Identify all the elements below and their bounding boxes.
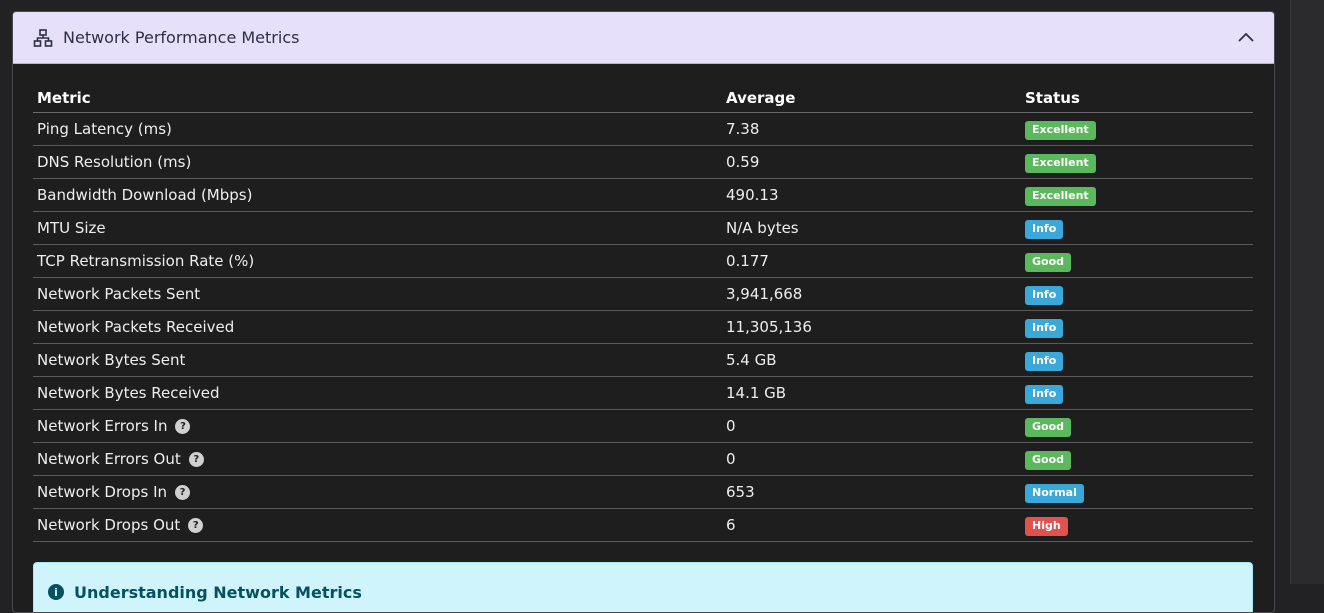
- average-value: 0.177: [722, 244, 1021, 278]
- metric-label: TCP Retransmission Rate (%): [37, 252, 255, 270]
- column-header-average: Average: [722, 84, 1021, 113]
- status-badge: Good: [1025, 450, 1072, 470]
- metric-cell: Network Packets Sent: [33, 277, 722, 311]
- metric-label: Network Bytes Received: [37, 384, 220, 402]
- info-circle-icon: i: [48, 584, 64, 600]
- status-badge: Excellent: [1025, 153, 1096, 173]
- metric-cell: Network Drops In?: [33, 475, 722, 509]
- status-cell: High: [1021, 508, 1253, 542]
- metric-label: Bandwidth Download (Mbps): [37, 186, 253, 204]
- average-value: 7.38: [722, 112, 1021, 146]
- average-value: 3,941,668: [722, 277, 1021, 311]
- metric-label: Network Bytes Sent: [37, 351, 186, 369]
- status-cell: Normal: [1021, 475, 1253, 509]
- status-badge: Excellent: [1025, 120, 1096, 140]
- table-header-row: Metric Average Status: [33, 84, 1253, 113]
- average-value: 0: [722, 442, 1021, 476]
- average-value: 11,305,136: [722, 310, 1021, 344]
- metrics-table: Metric Average Status Ping Latency (ms) 7…: [33, 84, 1253, 542]
- metric-cell: TCP Retransmission Rate (%): [33, 244, 722, 278]
- metric-cell: DNS Resolution (ms): [33, 145, 722, 179]
- table-row: Bandwidth Download (Mbps) 490.13 Excellent: [33, 178, 1253, 212]
- status-cell: Info: [1021, 310, 1253, 344]
- metric-label: Network Packets Received: [37, 318, 235, 336]
- table-row: Network Packets Sent 3,941,668 Info: [33, 277, 1253, 311]
- table-row: Ping Latency (ms) 7.38 Excellent: [33, 112, 1253, 146]
- average-value: 653: [722, 475, 1021, 509]
- question-circle-icon[interactable]: ?: [175, 485, 190, 500]
- status-cell: Info: [1021, 277, 1253, 311]
- table-row: Network Bytes Received 14.1 GB Info: [33, 376, 1253, 410]
- metric-cell: MTU Size: [33, 211, 722, 245]
- average-value: 0.59: [722, 145, 1021, 179]
- status-cell: Info: [1021, 211, 1253, 245]
- question-circle-icon[interactable]: ?: [188, 452, 204, 467]
- status-cell: Good: [1021, 442, 1253, 476]
- status-badge: Info: [1025, 384, 1064, 404]
- status-badge: Info: [1025, 318, 1064, 338]
- network-metrics-card: Network Performance Metrics Metric Avera…: [12, 11, 1275, 613]
- question-circle-icon[interactable]: ?: [188, 518, 204, 533]
- average-value: 14.1 GB: [722, 376, 1021, 410]
- chevron-up-icon[interactable]: [1236, 28, 1256, 48]
- metric-label: DNS Resolution (ms): [37, 153, 192, 171]
- status-cell: Excellent: [1021, 145, 1253, 179]
- metric-cell: Network Bytes Received: [33, 376, 722, 410]
- status-badge: High: [1025, 516, 1068, 536]
- alert-title: Understanding Network Metrics: [74, 582, 362, 602]
- average-value: 490.13: [722, 178, 1021, 212]
- accordion-header[interactable]: Network Performance Metrics: [13, 12, 1274, 64]
- status-cell: Good: [1021, 244, 1253, 278]
- status-badge: Good: [1025, 417, 1072, 437]
- status-badge: Info: [1025, 351, 1064, 371]
- status-badge: Good: [1025, 252, 1072, 272]
- metric-cell: Ping Latency (ms): [33, 112, 722, 146]
- table-row: MTU Size N/A bytes Info: [33, 211, 1253, 245]
- average-value: 6: [722, 508, 1021, 542]
- table-row: Network Errors Out? 0 Good: [33, 442, 1253, 476]
- metric-label: Network Errors In: [37, 417, 168, 435]
- status-cell: Info: [1021, 343, 1253, 377]
- metric-label: Network Packets Sent: [37, 285, 201, 303]
- status-badge: Normal: [1025, 483, 1084, 503]
- status-cell: Excellent: [1021, 112, 1253, 146]
- table-row: Network Drops In? 653 Normal: [33, 475, 1253, 509]
- metric-cell: Network Errors Out?: [33, 442, 722, 476]
- metric-cell: Bandwidth Download (Mbps): [33, 178, 722, 212]
- status-cell: Good: [1021, 409, 1253, 443]
- average-value: 0: [722, 409, 1021, 443]
- table-row: Network Drops Out? 6 High: [33, 508, 1253, 542]
- average-value: N/A bytes: [722, 211, 1021, 245]
- metric-cell: Network Drops Out?: [33, 508, 722, 542]
- question-circle-icon[interactable]: ?: [175, 419, 191, 434]
- table-row: Network Bytes Sent 5.4 GB Info: [33, 343, 1253, 377]
- metric-label: Network Errors Out: [37, 450, 181, 468]
- status-cell: Info: [1021, 376, 1253, 410]
- table-row: TCP Retransmission Rate (%) 0.177 Good: [33, 244, 1253, 278]
- metric-label: MTU Size: [37, 219, 106, 237]
- column-header-status: Status: [1021, 84, 1253, 113]
- column-header-metric: Metric: [33, 84, 722, 113]
- metric-label: Ping Latency (ms): [37, 120, 172, 138]
- page-scroll-edge: [1290, 0, 1324, 584]
- network-icon: [33, 28, 53, 48]
- metric-cell: Network Bytes Sent: [33, 343, 722, 377]
- metric-cell: Network Errors In?: [33, 409, 722, 443]
- average-value: 5.4 GB: [722, 343, 1021, 377]
- understanding-metrics-alert: i Understanding Network Metrics: [33, 562, 1253, 612]
- status-badge: Info: [1025, 285, 1064, 305]
- table-row: Network Errors In? 0 Good: [33, 409, 1253, 443]
- panel-title: Network Performance Metrics: [63, 28, 300, 47]
- metric-label: Network Drops In: [37, 483, 167, 501]
- status-cell: Excellent: [1021, 178, 1253, 212]
- metric-cell: Network Packets Received: [33, 310, 722, 344]
- status-badge: Excellent: [1025, 186, 1096, 206]
- status-badge: Info: [1025, 219, 1064, 239]
- table-row: Network Packets Received 11,305,136 Info: [33, 310, 1253, 344]
- metric-label: Network Drops Out: [37, 516, 181, 534]
- table-row: DNS Resolution (ms) 0.59 Excellent: [33, 145, 1253, 179]
